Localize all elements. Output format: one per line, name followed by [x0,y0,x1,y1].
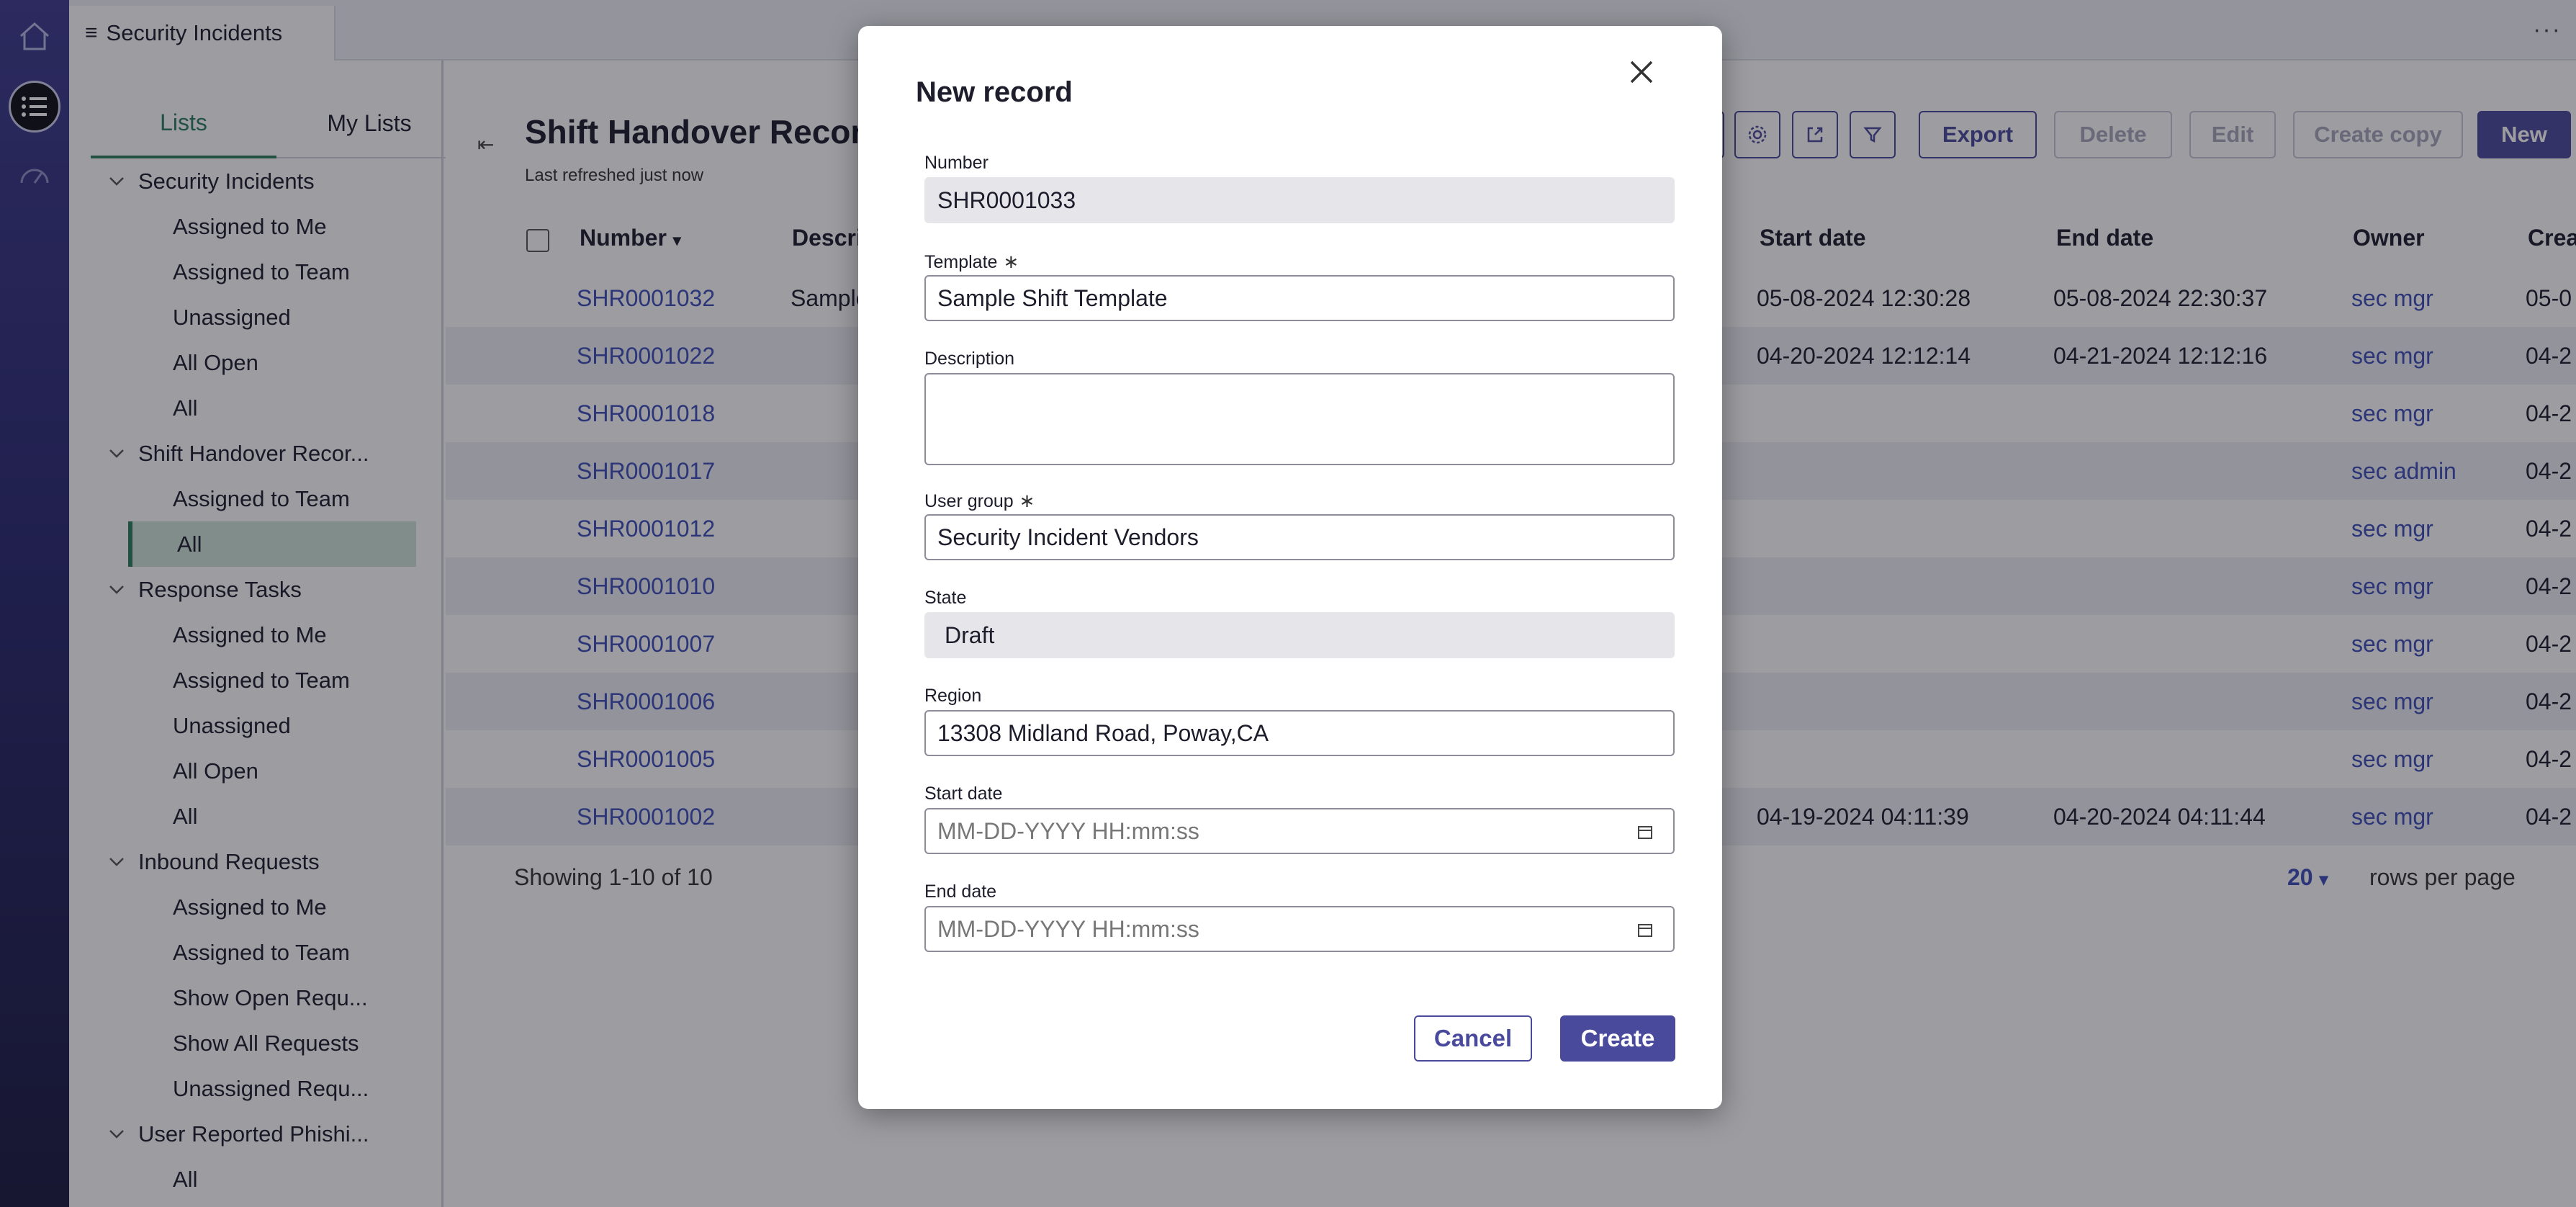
cancel-button[interactable]: Cancel [1414,1015,1532,1062]
template-label-text: Template [924,252,998,272]
new-record-dialog: New record Number SHR0001033 Template ∗ S… [858,26,1722,1109]
user-group-label-text: User group [924,491,1014,511]
region-label: Region [924,686,982,706]
close-button[interactable] [1620,50,1663,94]
state-label: State [924,588,967,608]
state-field: Draft [924,612,1675,658]
number-field: SHR0001033 [924,177,1675,223]
region-field[interactable]: 13308 Midland Road, Poway,CA [924,710,1675,756]
create-button[interactable]: Create [1560,1015,1675,1062]
number-label: Number [924,153,988,173]
calendar-icon[interactable] [1637,824,1653,840]
required-icon: ∗ [1003,251,1019,272]
end-date-field[interactable]: MM-DD-YYYY HH:mm:ss [924,906,1675,952]
end-date-label: End date [924,881,997,902]
description-label: Description [924,349,1015,369]
start-date-field[interactable]: MM-DD-YYYY HH:mm:ss [924,808,1675,854]
start-date-placeholder: MM-DD-YYYY HH:mm:ss [937,817,1199,844]
description-textarea[interactable] [924,373,1675,465]
required-icon: ∗ [1019,490,1035,511]
user-group-label: User group ∗ [924,490,1035,512]
user-group-field[interactable]: Security Incident Vendors [924,514,1675,560]
end-date-placeholder: MM-DD-YYYY HH:mm:ss [937,915,1199,942]
close-icon [1630,60,1653,84]
template-label: Template ∗ [924,251,1019,273]
start-date-label: Start date [924,784,1003,804]
template-field[interactable]: Sample Shift Template [924,275,1675,321]
dialog-title: New record [916,76,1073,108]
calendar-icon[interactable] [1637,922,1653,938]
